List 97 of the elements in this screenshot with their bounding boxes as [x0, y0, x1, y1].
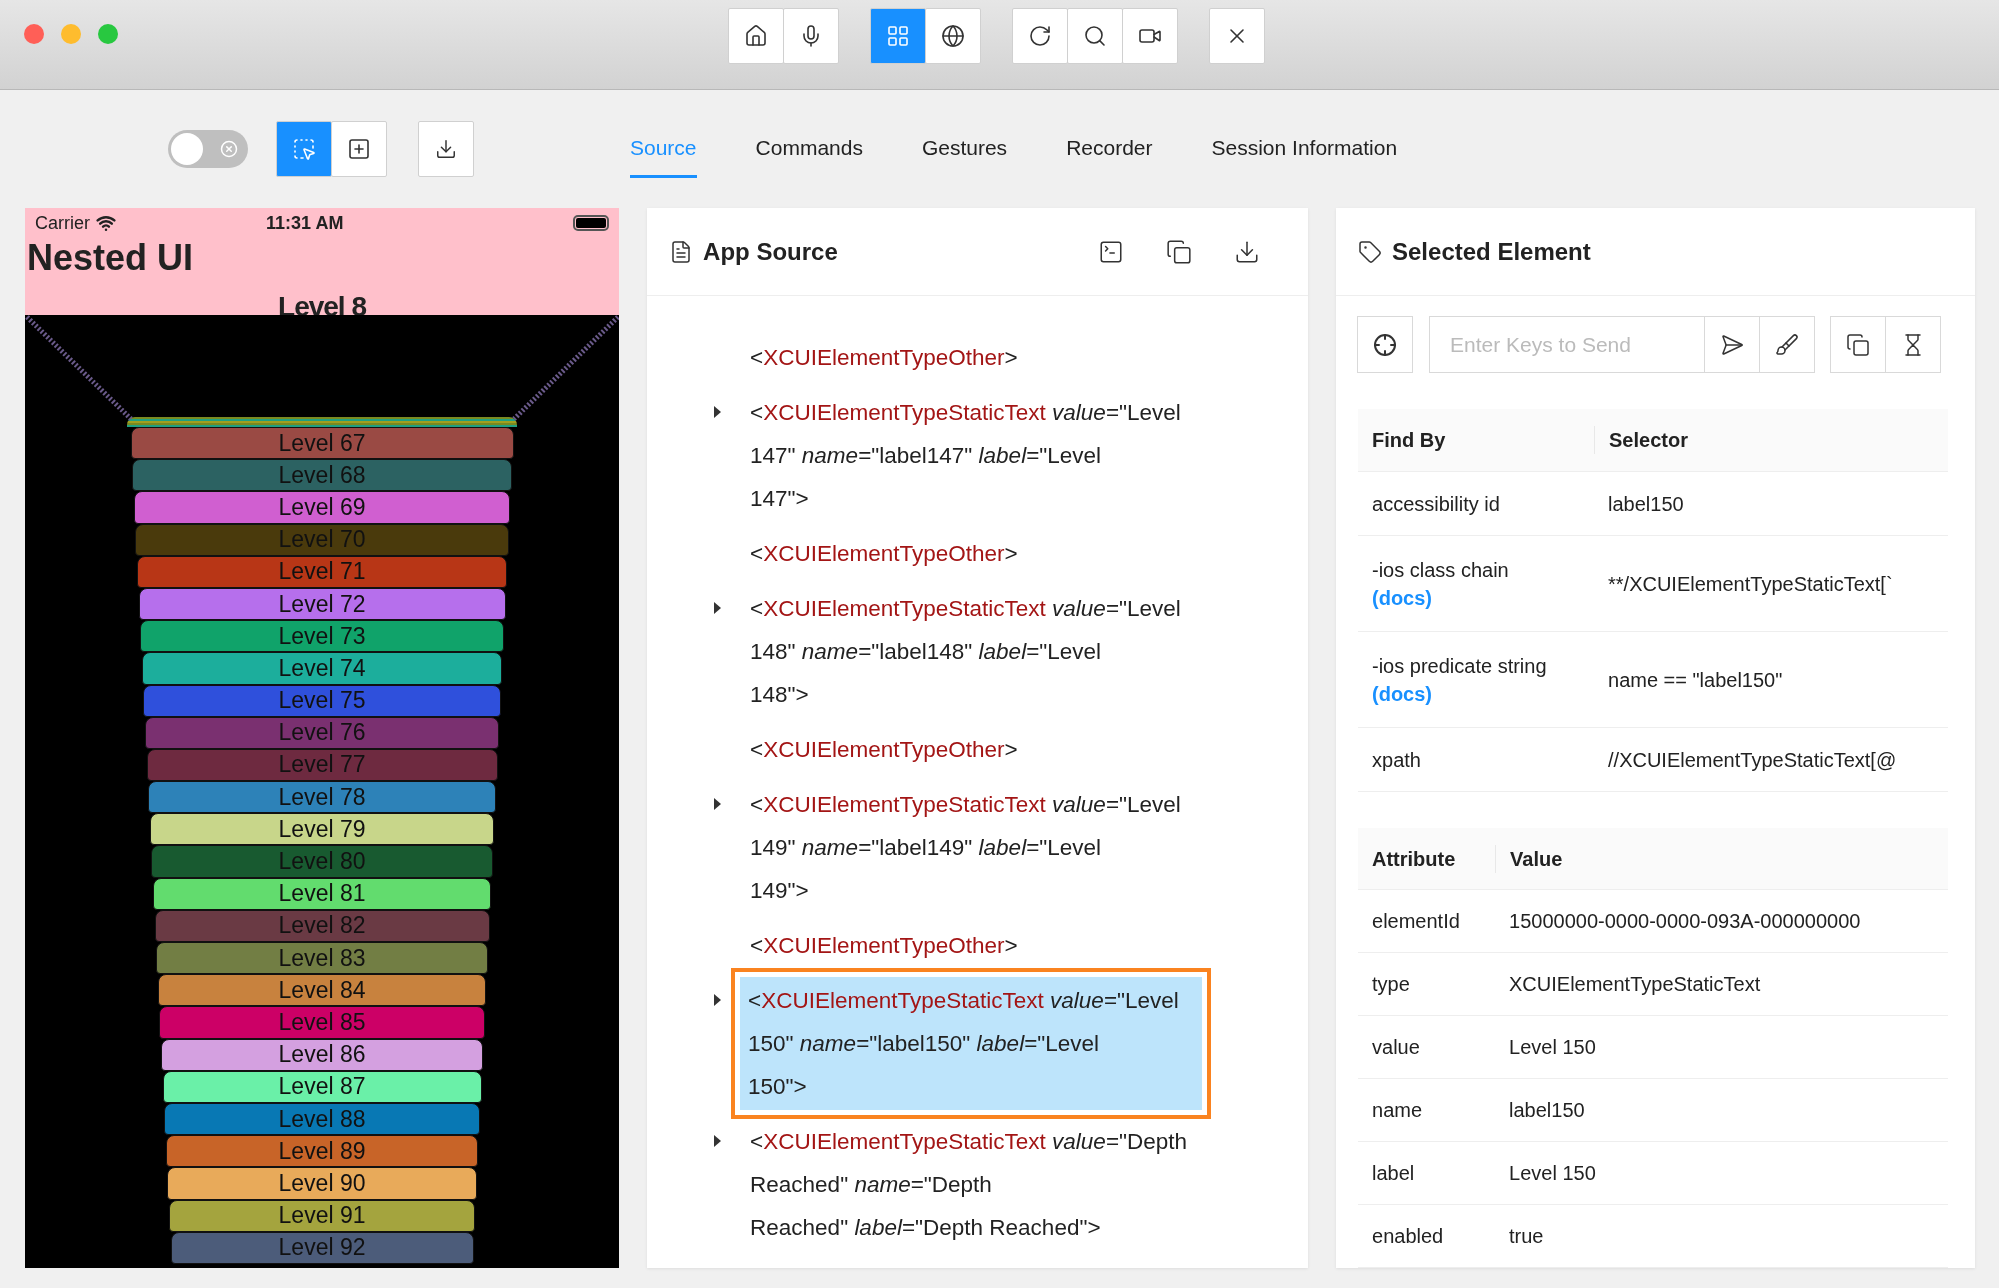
level-view[interactable]: Level 90	[167, 1167, 477, 1200]
level-view[interactable]: Level 74	[141, 652, 503, 685]
globe-button[interactable]	[925, 7, 981, 64]
table-cell-text: name == "label150"	[1608, 667, 1784, 693]
column-header: Selector	[1594, 426, 1948, 454]
table-cell-text: Level 150	[1509, 1035, 1597, 1060]
grid-icon	[886, 23, 910, 48]
home-icon	[744, 23, 768, 48]
table-cell-text: accessibility id	[1372, 491, 1501, 517]
table-cell-text: -ios class chain	[1372, 557, 1510, 583]
copy-icon	[1846, 332, 1870, 357]
level-view[interactable]: Level 91	[168, 1199, 476, 1232]
table-cell-text: **/XCUIElementTypeStaticText[`	[1608, 571, 1894, 597]
terminal-icon	[1098, 238, 1124, 265]
refresh-icon	[1028, 23, 1052, 48]
source-node[interactable]: <XCUIElementTypeStaticText value="Level 149" name="label149" label="Level 149">	[740, 781, 1203, 914]
source-node[interactable]: <XCUIElementTypeOther>	[740, 726, 1203, 773]
download-icon	[435, 138, 457, 160]
table-cell-text: label150	[1509, 1098, 1586, 1123]
tab[interactable]: Commands	[755, 120, 863, 178]
table-cell-text: true	[1509, 1224, 1545, 1249]
tab[interactable]: Recorder	[1066, 120, 1153, 178]
level-view[interactable]: Level 79	[149, 813, 495, 846]
table-cell-text: 15000000-0000-0000-093A-000000000	[1509, 909, 1862, 934]
app-title: Nested UI	[26, 238, 195, 278]
keys-input-field[interactable]: Enter Keys to Send	[1429, 316, 1705, 373]
table-cell-text: Level 150	[1509, 1161, 1597, 1186]
status-time: 11:31 AM	[266, 212, 345, 234]
level-view[interactable]: Level 88	[164, 1102, 480, 1136]
copy-button[interactable]	[1830, 316, 1886, 373]
docs-link[interactable]: (docs)	[1372, 583, 1580, 612]
battery-icon	[573, 215, 610, 231]
table-cell-text: XCUIElementTypeStaticText	[1509, 972, 1762, 997]
level-view[interactable]: Level 78	[148, 781, 496, 814]
home-button[interactable]	[728, 7, 784, 64]
cross-circle-icon	[220, 140, 238, 158]
globe-icon	[941, 23, 965, 48]
level-view[interactable]: Level 84	[157, 974, 487, 1007]
refresh-button[interactable]	[1012, 7, 1068, 64]
table-cell-text: xpath	[1372, 747, 1422, 773]
column-header: Attribute	[1371, 846, 1457, 872]
microphone-button[interactable]	[783, 7, 839, 64]
table-cell-text: label150	[1608, 491, 1685, 517]
record-button[interactable]	[1122, 7, 1178, 64]
table-cell-text: elementId	[1372, 909, 1461, 934]
panel-title: App Source	[703, 237, 839, 266]
search-icon	[1083, 23, 1107, 48]
add-mode-button[interactable]	[331, 121, 387, 177]
tab[interactable]: Session Information	[1211, 120, 1398, 178]
close-button[interactable]	[1209, 7, 1265, 64]
locate-button[interactable]	[1357, 316, 1413, 373]
level-view[interactable]: Level 86	[160, 1038, 484, 1071]
table-cell-text: -ios predicate string	[1372, 653, 1548, 679]
level-view[interactable]: Level 71	[136, 555, 508, 588]
tab[interactable]: Gestures	[921, 120, 1008, 178]
table-cell-text: type	[1372, 972, 1411, 997]
table-cell-text: value	[1372, 1035, 1421, 1060]
send-icon	[1720, 332, 1744, 357]
level-view[interactable]: Level 83	[156, 942, 488, 975]
table-cell-text: label	[1372, 1161, 1416, 1186]
carrier-label: Carrier	[35, 212, 90, 234]
table-cell-text: enabled	[1372, 1224, 1445, 1249]
plus-square-icon	[347, 137, 371, 161]
terminal-button[interactable]	[1098, 238, 1124, 265]
pointer-icon	[292, 137, 316, 161]
level-view[interactable]: Level 69	[133, 491, 511, 524]
clear-button[interactable]	[1759, 316, 1815, 373]
brush-icon	[1775, 332, 1799, 357]
column-header: Find By	[1371, 428, 1447, 453]
selected-source-node[interactable]: <XCUIElementTypeStaticText value="Level 150" name="label150" label="Level 150">	[740, 977, 1203, 1110]
source-node[interactable]: <XCUIElementTypeOther>	[740, 922, 1203, 969]
copy-button[interactable]	[1166, 238, 1192, 265]
toggle-switch[interactable]	[168, 130, 248, 168]
level-view[interactable]: Level 81	[152, 877, 492, 910]
docs-link[interactable]: (docs)	[1372, 679, 1580, 708]
panel-title: Selected Element	[1392, 237, 1592, 266]
source-node[interactable]: <XCUIElementTypeOther>	[740, 334, 1203, 381]
wifi-icon	[96, 213, 116, 233]
source-node[interactable]: <XCUIElementTypeStaticText value="Level 148" name="label148" label="Level 148">	[740, 585, 1203, 718]
level-view[interactable]: Level 72	[138, 587, 506, 621]
timing-button[interactable]	[1885, 316, 1941, 373]
level-view[interactable]: Level 85	[159, 1006, 485, 1039]
copy-icon	[1166, 238, 1192, 265]
source-node[interactable]: <XCUIElementTypeStaticText value="Depth Reached" name="Depth Reached" label="Depth Reached">	[740, 1118, 1203, 1251]
level-view[interactable]: Level 87	[162, 1070, 482, 1103]
tag-icon	[1358, 239, 1382, 264]
level-view[interactable]: Level 73	[140, 620, 504, 653]
crosshair-icon	[1373, 332, 1397, 357]
table-cell-text: //XCUIElementTypeStaticText[@	[1608, 747, 1898, 773]
search-button[interactable]	[1067, 7, 1123, 64]
source-node[interactable]: <XCUIElementTypeStaticText value="Level 147" name="label147" label="Level 147">	[740, 389, 1203, 522]
level-view[interactable]: Level 89	[165, 1135, 479, 1168]
send-button[interactable]	[1704, 316, 1760, 373]
source-node[interactable]: <XCUIElementTypeOther>	[740, 530, 1203, 577]
table-cell-text: name	[1372, 1098, 1424, 1123]
level-view[interactable]: Level 67	[130, 427, 514, 460]
column-header: Value	[1495, 844, 1948, 873]
